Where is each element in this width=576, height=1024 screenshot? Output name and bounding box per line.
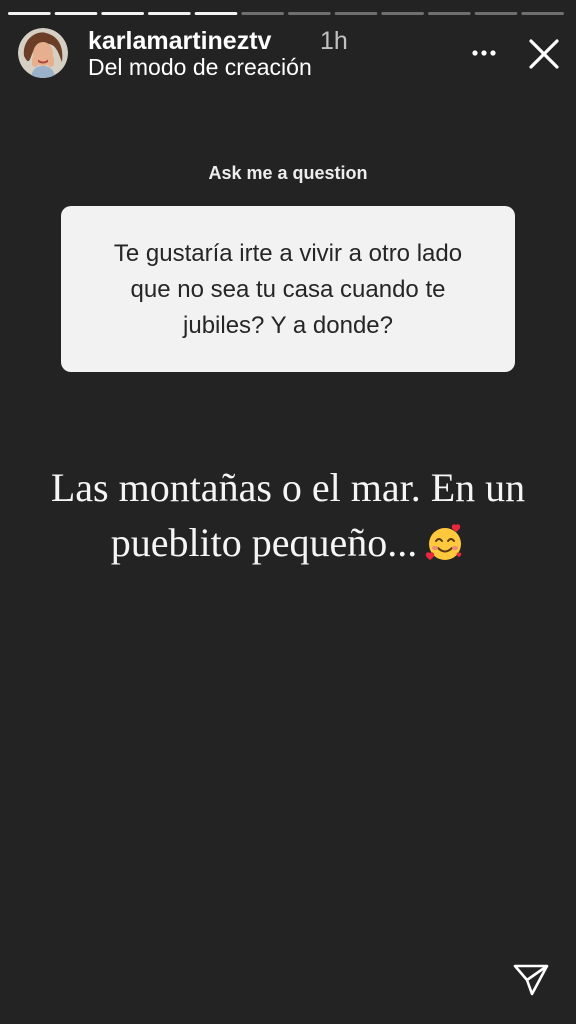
question-card: Te gustaría irte a vivir a otro lado que…: [61, 206, 515, 372]
progress-segment: [194, 12, 238, 15]
progress-segment: [334, 12, 378, 15]
progress-segment: [381, 12, 424, 15]
close-icon[interactable]: [526, 36, 562, 72]
question-sticker: Ask me a question Te gustaría irte a viv…: [61, 156, 515, 372]
progress-segment: [101, 12, 144, 15]
progress-segment: [54, 12, 98, 15]
progress-segment: [521, 12, 564, 15]
answer-caption: Las montañas o el mar. En un pueblito pe…: [30, 460, 546, 570]
progress-segment: [288, 12, 331, 15]
question-prompt: Ask me a question: [208, 163, 368, 183]
story-source-label: Del modo de creación: [88, 54, 312, 80]
more-options-icon[interactable]: [466, 38, 502, 68]
progress-segment: [474, 12, 518, 15]
smiling-face-with-hearts-icon: [425, 522, 465, 562]
progress-segment: [428, 12, 471, 15]
progress-segment: [8, 12, 51, 15]
progress-segment: [241, 12, 284, 15]
timestamp: 1h: [320, 27, 348, 55]
question-text: Te gustaría irte a vivir a otro lado que…: [113, 240, 463, 339]
story-progress-bar: [8, 12, 564, 16]
progress-segment: [148, 12, 191, 15]
story-header: karlamartineztv 1h Del modo de creación: [18, 26, 568, 82]
send-icon[interactable]: [511, 958, 551, 998]
avatar[interactable]: [18, 28, 68, 78]
